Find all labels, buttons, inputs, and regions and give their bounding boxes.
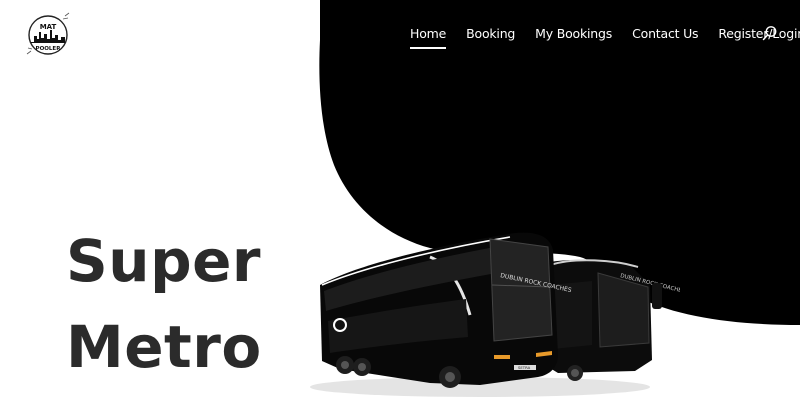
nav-item-label: My Bookings: [535, 26, 613, 41]
nav-item-register-login[interactable]: Register/Login∨: [716, 22, 800, 49]
nav-item-contact-us[interactable]: Contact Us: [630, 22, 700, 49]
main-navigation: Home Booking My Bookings Contact Us Regi…: [408, 22, 800, 49]
site-logo[interactable]: MAT POOLER: [25, 12, 71, 58]
nav-item-booking[interactable]: Booking: [464, 22, 517, 49]
logo-text-top: MAT: [40, 23, 57, 31]
nav-item-label: Home: [410, 26, 447, 41]
nav-item-label: Contact Us: [632, 26, 699, 41]
bus-front-text: SETRA: [518, 365, 531, 370]
search-icon[interactable]: [762, 25, 778, 41]
logo-badge-icon: MAT POOLER: [26, 12, 70, 55]
nav-item-label: Booking: [466, 26, 516, 41]
nav-item-my-bookings[interactable]: My Bookings: [533, 22, 614, 49]
nav-item-home[interactable]: Home: [408, 22, 448, 49]
coach-buses-image: DUBLIN ROCK COACHES DUBLIN ROCK COACHES …: [310, 232, 680, 397]
double-decker-coach: DUBLIN ROCK COACHES SETRA: [320, 232, 572, 388]
hero-title-line1: Super: [66, 227, 262, 295]
nav-item-label: Register/Login: [718, 26, 800, 41]
logo-text-bottom: POOLER: [36, 46, 62, 52]
hero-title: Super Metro: [66, 218, 262, 390]
hero-title-line2: Metro: [66, 313, 262, 381]
single-deck-coach: DUBLIN ROCK COACHES: [545, 259, 680, 381]
